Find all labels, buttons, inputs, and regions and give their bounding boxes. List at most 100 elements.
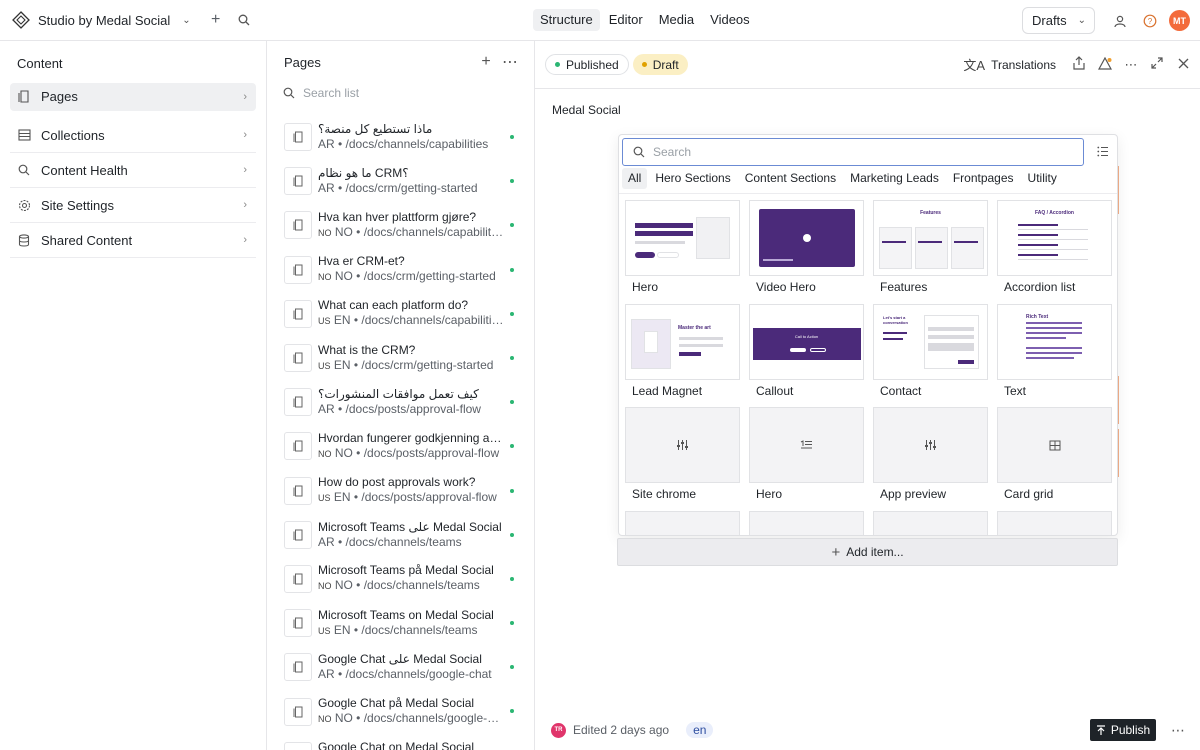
more-icon[interactable]: ⋯ [1124, 57, 1138, 73]
nav-item-pages[interactable]: Pages › [10, 83, 256, 111]
page-meta: NO NO • /docs/channels/teams [318, 578, 480, 593]
tab-media[interactable]: Media [652, 9, 701, 31]
search-icon[interactable] [233, 9, 255, 31]
page-meta: US EN • /docs/channels/teams [318, 622, 478, 637]
nav-item-label: Collections [41, 127, 105, 143]
add-item-label: Add item... [846, 545, 904, 559]
block-option-video-hero[interactable]: Video Hero [749, 200, 864, 304]
nav-item-shared-content[interactable]: Shared Content › [10, 223, 256, 258]
filter-tab-content-sections[interactable]: Content Sections [739, 168, 842, 189]
page-list-item[interactable]: What is the CRM? US EN • /docs/crm/gettin… [267, 336, 534, 380]
pages-search[interactable]: Search list [267, 83, 534, 103]
block-option-text[interactable]: Rich Text Text [997, 303, 1112, 408]
share-icon[interactable] [1072, 56, 1086, 73]
nav-item-site-settings[interactable]: Site Settings › [10, 188, 256, 223]
page-list-item[interactable]: Google Chat on Medal SocialUS EN • /docs… [267, 734, 534, 750]
page-list-item[interactable]: ما هو نظام CRM؟ AR • /docs/crm/getting-st… [267, 159, 534, 203]
page-list-item[interactable]: Microsoft Teams on Medal Social US EN • /… [267, 601, 534, 645]
alert-icon[interactable] [1097, 56, 1113, 73]
page-list-item[interactable]: Hva er CRM-et? NO NO • /docs/crm/getting-… [267, 248, 534, 292]
block-option-lead-magnet[interactable]: Master the art Lead Magnet [625, 303, 740, 408]
add-icon[interactable]: + [205, 9, 227, 31]
block-label: Hero [756, 487, 783, 501]
page-path: /docs/channels/capabilities [363, 224, 504, 239]
help-icon[interactable]: ? [1139, 10, 1161, 32]
page-title: Microsoft Teams on Medal Social [318, 607, 494, 622]
page-title: Google Chat on Medal Social [318, 740, 475, 750]
translations-button[interactable]: 文A Translations [963, 55, 1056, 74]
chevron-down-icon: ⌄ [182, 14, 191, 26]
filter-tab-utility[interactable]: Utility [1022, 168, 1063, 189]
block-option-callout[interactable]: Call to Action Callout [749, 303, 864, 408]
add-item-button[interactable]: + Add item... [617, 538, 1118, 566]
page-list-item[interactable]: كيف تعمل موافقات المنشورات؟ AR • /docs/po… [267, 380, 534, 424]
gear-icon [17, 198, 31, 212]
page-title: How do post approvals work? [318, 475, 476, 490]
nav-item-content-health[interactable]: Content Health › [10, 153, 256, 188]
page-list-item[interactable]: Google Chat على Medal Social AR • /docs/c… [267, 645, 534, 689]
block-option-accordion-list[interactable]: FAQ / Accordion Accordion list [997, 200, 1112, 304]
block-option-partial[interactable] [873, 510, 988, 535]
block-option-partial[interactable] [997, 510, 1112, 535]
search-icon [633, 146, 645, 158]
flag-code: US [318, 360, 331, 371]
filter-tab-all[interactable]: All [622, 168, 648, 189]
flag-code: US [318, 316, 331, 327]
block-label: App preview [880, 487, 947, 501]
published-status-tab[interactable]: Published [545, 54, 629, 75]
close-icon[interactable] [1176, 57, 1190, 72]
page-meta: US EN • /docs/crm/getting-started [318, 357, 494, 372]
collection-icon [17, 128, 31, 142]
page-list-item[interactable]: Microsoft Teams på Medal Social NO NO • /… [267, 557, 534, 601]
block-option-hero-basic[interactable]: Hero [749, 407, 864, 511]
page-title: What can each platform do? [318, 298, 469, 313]
page-list-item[interactable]: ماذا تستطيع كل منصة؟ AR • /docs/channels/… [267, 115, 534, 159]
filter-tab-marketing-leads[interactable]: Marketing Leads [844, 168, 945, 189]
published-status-dot [510, 532, 514, 537]
insert-block-menu: Search All Hero Sections Content Section… [618, 134, 1118, 536]
document-icon [284, 564, 312, 593]
filter-tab-hero-sections[interactable]: Hero Sections [649, 168, 736, 189]
published-status-dot [510, 135, 514, 139]
avatar[interactable]: MT [1169, 10, 1190, 31]
block-search-input[interactable]: Search [622, 138, 1084, 166]
publish-button[interactable]: Publish [1090, 719, 1156, 741]
page-list-item[interactable]: What can each platform do? US EN • /docs/… [267, 292, 534, 336]
contact-thumbnail: Let's start a conversation [873, 303, 988, 380]
page-list-item[interactable]: Hva kan hver plattform gjøre? NO NO • /do… [267, 203, 534, 247]
block-option-partial[interactable] [625, 510, 740, 535]
page-list-item[interactable]: Google Chat på Medal Social NO NO • /docs… [267, 689, 534, 733]
tab-videos[interactable]: Videos [703, 9, 757, 31]
page-list-item[interactable]: Hvordan fungerer godkjenning av innlegg?… [267, 424, 534, 468]
perspective-select[interactable]: Drafts ⌄ [1022, 7, 1095, 34]
page-lang: EN [333, 490, 351, 505]
expand-icon[interactable] [1150, 57, 1164, 72]
list-view-icon[interactable] [1097, 144, 1109, 160]
language-badge[interactable]: en [686, 722, 714, 738]
page-list-item[interactable]: How do post approvals work? US EN • /docs… [267, 469, 534, 513]
block-option-site-chrome[interactable]: Site chrome [625, 407, 740, 511]
tab-editor[interactable]: Editor [602, 9, 650, 31]
sliders-icon [873, 407, 988, 483]
block-option-contact[interactable]: Let's start a conversation Contact [873, 303, 988, 408]
block-option-partial[interactable] [749, 510, 864, 535]
draft-dot [641, 62, 647, 67]
users-icon[interactable] [1109, 10, 1131, 32]
nav-item-collections[interactable]: Collections › [10, 118, 256, 153]
block-option-hero[interactable]: Hero [625, 200, 740, 304]
tab-structure[interactable]: Structure [533, 9, 600, 31]
filter-tab-frontpages[interactable]: Frontpages [947, 168, 1020, 189]
block-option-features[interactable]: Features Features [873, 200, 988, 304]
draft-status-tab[interactable]: Draft [632, 54, 688, 75]
block-option-app-preview[interactable]: App preview [873, 407, 988, 511]
block-option-card-grid[interactable]: Card grid [997, 407, 1112, 511]
more-icon[interactable]: ⋯ [1171, 722, 1185, 739]
pages-heading: Pages [284, 55, 321, 70]
studio-switcher[interactable]: Studio by Medal Social ⌄ [0, 0, 191, 40]
document-editor: Published Draft 文A Translations ⋯ Medal … [535, 41, 1200, 750]
top-bar: Studio by Medal Social ⌄ + Structure Edi… [0, 0, 1200, 41]
add-page-icon[interactable]: + [476, 53, 496, 71]
more-icon[interactable]: ⋯ [500, 52, 520, 72]
pages-list: ماذا تستطيع كل منصة؟ AR • /docs/channels/… [267, 115, 534, 750]
page-list-item[interactable]: Microsoft Teams على Medal Social AR • /do… [267, 513, 534, 557]
